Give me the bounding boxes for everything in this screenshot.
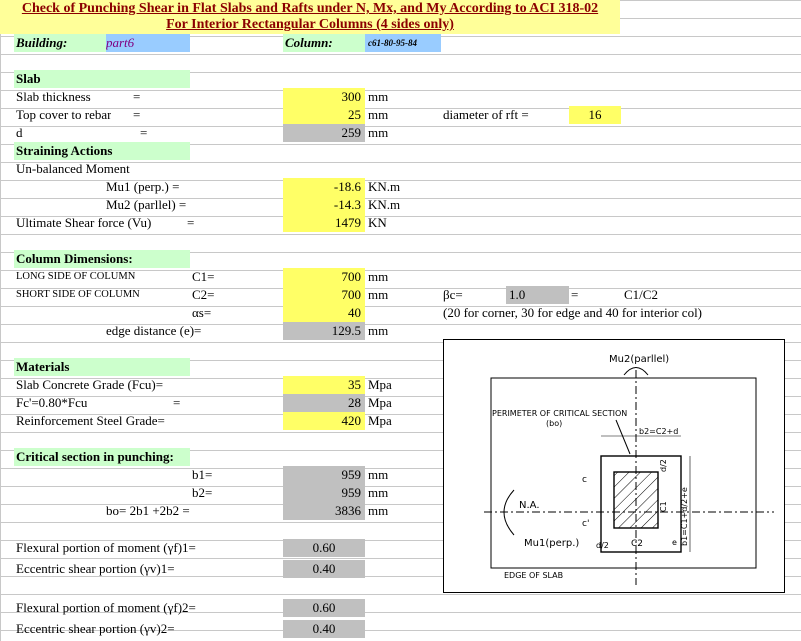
bo-value: 3836 — [283, 502, 365, 520]
mu1-label: Mu1 (perp.) = — [106, 179, 180, 194]
title-line-2: For Interior Rectangular Columns (4 side… — [0, 16, 620, 34]
mu1-text: Mu1(perp.) — [524, 538, 579, 549]
gamma-f1-label: Flexural portion of moment (γf)1= — [16, 540, 196, 555]
slab-thickness-label: Slab thickness — [16, 89, 91, 104]
d-value: 259 — [283, 124, 365, 142]
fy-input[interactable]: 420 — [283, 412, 365, 430]
unit: mm — [368, 287, 389, 302]
vu-label: Ultimate Shear force (Vu) — [16, 215, 152, 230]
gamma-f1-value: 0.60 — [283, 539, 365, 557]
edge-distance-label: edge distance (e)= — [106, 323, 202, 338]
d2-top-text: d/2 — [659, 459, 668, 472]
eq-sign: = — [571, 287, 579, 302]
gamma-f2-value: 0.60 — [283, 599, 365, 617]
mu1-input[interactable]: -18.6 — [283, 178, 365, 196]
eq-sign: = — [133, 107, 141, 122]
gamma-v1-label: Eccentric shear portion (γv)1= — [16, 561, 175, 576]
c2-label: C2= — [192, 287, 215, 302]
na-text: N.A. — [519, 500, 540, 511]
slab-thickness-input[interactable]: 300 — [283, 88, 365, 106]
unit: Mpa — [368, 377, 392, 392]
moment-label: Un-balanced Moment — [16, 161, 130, 176]
perimeter-text: PERIMETER OF CRITICAL SECTION — [492, 409, 627, 418]
vu-input[interactable]: 1479 — [283, 214, 365, 232]
unit: mm — [368, 323, 389, 338]
b2-value: 959 — [283, 484, 365, 502]
perimeter-leader — [615, 419, 631, 455]
column-hatched — [613, 471, 659, 529]
c-prime-text: c' — [582, 519, 589, 529]
column-value[interactable]: c61-80-95-84 — [365, 34, 441, 52]
short-side-label: SHORT SIDE OF COLUMN — [16, 289, 140, 300]
punching-diagram: Mu2(parllel) PERIMETER OF CRITICAL SECTI… — [443, 339, 785, 593]
b1-text: b1=C1+d/2+e — [680, 487, 689, 546]
edge-text: EDGE OF SLAB — [504, 571, 563, 580]
eq-sign: = — [173, 395, 181, 410]
mu2-input[interactable]: -14.3 — [283, 196, 365, 214]
unit: mm — [368, 125, 389, 140]
materials-heading: Materials — [14, 358, 190, 376]
b2-label: b2= — [192, 485, 213, 500]
unit: mm — [368, 107, 389, 122]
gamma-v1-value: 0.40 — [283, 560, 365, 578]
c1-text: C1 — [659, 501, 668, 512]
slab-heading: Slab — [14, 70, 190, 88]
c1-label: C1= — [192, 269, 215, 284]
gamma-v2-label: Eccentric shear portion (γv)2= — [16, 621, 175, 636]
alpha-s-input[interactable]: 40 — [283, 304, 365, 322]
critical-heading: Critical section in punching: — [14, 448, 190, 466]
b1-label: b1= — [192, 467, 213, 482]
d-label: d — [16, 125, 23, 140]
unit: mm — [368, 89, 389, 104]
eq-sign: = — [187, 215, 195, 230]
column-label: Column: — [283, 34, 365, 52]
unit: Mpa — [368, 395, 392, 410]
c-text: c — [582, 475, 587, 485]
c2-input[interactable]: 700 — [283, 286, 365, 304]
fc-value: 28 — [283, 394, 365, 412]
building-label: Building: — [14, 34, 106, 52]
unit: mm — [368, 467, 389, 482]
mu2-text: Mu2(parllel) — [609, 354, 669, 365]
unit: KN — [368, 215, 387, 230]
c1-input[interactable]: 700 — [283, 268, 365, 286]
rft-input[interactable]: 16 — [569, 106, 621, 124]
unit: KN.m — [368, 197, 401, 212]
straining-heading: Straining Actions — [14, 142, 190, 160]
alpha-s-note: (20 for corner, 30 for edge and 40 for i… — [443, 305, 703, 320]
fc-label: Fc'=0.80*Fcu — [16, 395, 88, 410]
fcu-input[interactable]: 35 — [283, 376, 365, 394]
beta-c-formula: C1/C2 — [624, 287, 658, 302]
alpha-s-label: αs= — [192, 305, 212, 320]
diagram-svg: Mu2(parllel) PERIMETER OF CRITICAL SECTI… — [484, 354, 774, 585]
building-value[interactable]: part6 — [106, 34, 190, 52]
unit: Mpa — [368, 413, 392, 428]
d2-left-text: d/2 — [596, 541, 609, 550]
fy-label: Reinforcement Steel Grade= — [16, 413, 165, 428]
cover-input[interactable]: 25 — [283, 106, 365, 124]
bo-text: (bo) — [546, 419, 562, 428]
gamma-v2-value: 0.40 — [283, 620, 365, 638]
mu2-label: Mu2 (parllel) = — [106, 197, 187, 212]
eq-sign: = — [140, 125, 148, 140]
rft-label: diameter of rft = — [443, 107, 529, 122]
beta-c-label: βc= — [443, 287, 463, 302]
bo-label: bo= 2b1 +2b2 = — [106, 503, 190, 518]
gamma-f2-label: Flexural portion of moment (γf)2= — [16, 600, 196, 615]
unit: mm — [368, 269, 389, 284]
beta-c-value: 1.0 — [506, 286, 569, 304]
column-dims-heading: Column Dimensions: — [14, 250, 190, 268]
unit: mm — [368, 503, 389, 518]
eq-sign: = — [133, 89, 141, 104]
c2-text: C2 — [631, 539, 643, 549]
cover-label: Top cover to rebar — [16, 107, 112, 122]
e-text: e — [672, 538, 677, 547]
b2-text: b2=C2+d — [639, 427, 678, 436]
unit: mm — [368, 485, 389, 500]
long-side-label: LONG SIDE OF COLUMN — [16, 271, 136, 282]
b1-value: 959 — [283, 466, 365, 484]
unit: KN.m — [368, 179, 401, 194]
edge-distance-value: 129.5 — [283, 322, 365, 340]
fcu-label: Slab Concrete Grade (Fcu)= — [16, 377, 164, 392]
